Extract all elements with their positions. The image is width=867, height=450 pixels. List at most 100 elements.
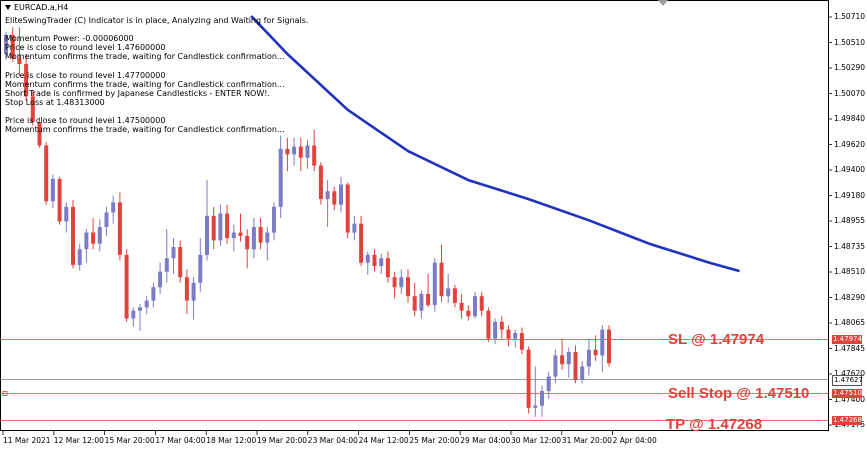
candle-body [258,226,263,243]
time-tick-label: 25 Mar 20:00 [409,436,460,445]
symbol-dropdown-icon[interactable] [5,5,11,10]
candle-body [318,165,323,200]
candle-body [607,329,611,364]
candle-body [312,145,317,166]
candle-body [345,184,350,233]
price-tick-label: 1.49620 [834,139,866,149]
candle-body [519,333,524,350]
candle-body [251,226,256,250]
candle-body [191,282,196,301]
candle-body [285,148,290,155]
candle-body [566,351,571,365]
candle-body [533,405,538,408]
time-tick-label: 12 Mar 12:00 [53,436,104,445]
indicator-log-line: Momentum confirms the trade, waiting for… [5,52,285,62]
take-profit-annotation: TP @ 1.47268 [666,416,763,433]
chart-shift-marker-icon[interactable] [658,0,668,6]
time-tick-label: 19 Mar 20:00 [257,436,308,445]
candle-body [231,232,236,239]
price-tick-label: 1.50070 [834,88,866,98]
price-tick-label: 1.48065 [834,318,866,327]
candle-body [305,145,310,158]
candle-body [419,293,424,311]
entry-price-tag: 1.47510 [832,389,862,398]
time-tick-label: 31 Mar 20:00 [561,436,612,445]
price-tick-label: 1.47845 [834,343,866,353]
candle-body [379,258,384,267]
candle-body [526,349,531,408]
candle-body [211,215,216,241]
candle-body [352,223,357,233]
candle-body [205,215,209,255]
candle-body [144,300,149,308]
candle-body [292,146,297,155]
candle-body [117,202,122,255]
candle-body [359,223,364,263]
price-tick-label: 1.48290 [834,292,866,302]
candle-body [171,247,176,259]
candle-body [466,310,471,317]
price-tick-label: 1.48735 [834,241,866,251]
candle-body [486,310,491,339]
sell-stop-annotation: Sell Stop @ 1.47510 [668,385,810,402]
candle-body [111,202,116,213]
current-price-tag: 1.47627 [832,375,863,386]
candle-body [553,355,558,377]
candle-body [238,232,243,236]
candle-body [452,288,457,303]
price-chart[interactable] [0,0,867,450]
candle-body [265,232,270,243]
candle-body [278,148,283,207]
candle-body [178,247,183,278]
price-tick-label: 1.50290 [834,63,866,72]
candle-body [540,391,544,406]
candle-body [446,288,451,297]
candle-body [91,232,96,244]
candle-body [573,351,578,380]
tp-price-tag: 1.47268 [832,416,862,425]
candle-body [104,212,109,227]
candle-body [272,206,276,233]
sl-price-tag: 1.47974 [832,335,862,344]
candle-body [600,329,605,356]
candle-body [198,254,203,283]
chart-window[interactable]: EURCAD.a,H4 EliteSwingTrader (C) Indicat… [0,0,867,450]
candle-body [593,349,598,356]
price-tick-label: 1.49400 [834,165,866,174]
candle-body [97,226,102,244]
candle-body [298,146,303,158]
candle-body [184,277,189,301]
time-tick-label: 11 Mar 2021 [3,436,51,445]
candle-body [164,258,169,272]
indicator-log-line: Stop Loss at 1.48313000 [5,97,105,107]
indicator-log-line: Momentum confirms the trade, waiting for… [5,125,285,135]
time-tick-label: 24 Mar 12:00 [358,436,409,445]
candle-body [50,178,55,202]
candle-body [138,307,142,311]
candle-body [365,254,370,263]
candle-body [560,355,565,365]
time-tick-label: 2 Apr 04:00 [612,436,657,445]
candle-body [339,184,343,205]
time-tick-label: 23 Mar 04:00 [307,436,358,445]
candle-body [64,206,69,222]
candle-body [406,277,410,297]
candle-body [426,293,431,306]
candle-body [385,258,390,278]
candle-body [84,232,89,250]
time-tick-label: 18 Mar 12:00 [206,436,257,445]
stop-loss-annotation: SL @ 1.47974 [668,331,765,348]
candle-body [546,376,551,392]
plot-area [0,0,829,431]
time-tick-label: 17 Mar 04:00 [155,436,206,445]
candle-body [71,206,75,265]
candle-body [493,321,498,339]
candle-body [372,254,377,267]
candle-body [499,321,504,330]
candle-body [245,235,250,250]
candle-body [399,277,404,288]
candle-body [392,277,397,288]
price-tick-label: 1.49840 [834,114,866,123]
time-tick-label: 29 Mar 04:00 [460,436,511,445]
price-tick-label: 1.48510 [834,267,866,276]
